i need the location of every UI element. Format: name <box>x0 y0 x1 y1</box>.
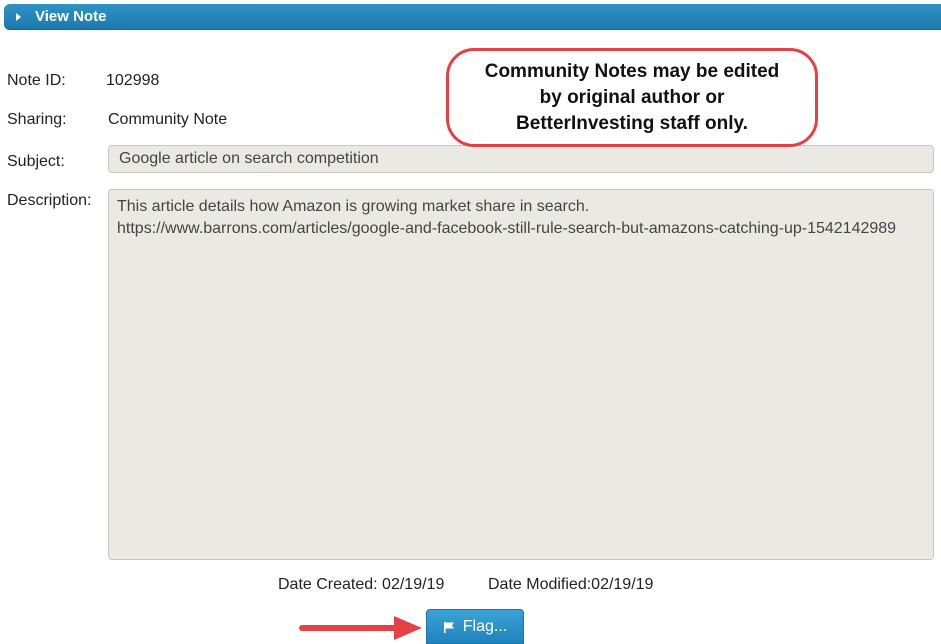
pointer-arrow-icon <box>299 616 422 640</box>
callout-text: Community Notes may be edited by origina… <box>484 60 780 134</box>
view-note-header[interactable]: View Note <box>4 4 941 30</box>
flag-button[interactable]: Flag... <box>426 609 524 644</box>
note-id-value: 102998 <box>106 72 160 89</box>
subject-field[interactable]: Google article on search competition <box>108 145 934 173</box>
collapse-arrow-icon <box>16 13 21 21</box>
community-notes-callout: Community Notes may be edited by origina… <box>446 48 818 147</box>
description-field[interactable]: This article details how Amazon is growi… <box>108 189 934 560</box>
description-label: Description: <box>7 192 92 209</box>
subject-label: Subject: <box>7 153 65 170</box>
date-modified: Date Modified:02/19/19 <box>488 576 654 593</box>
panel-title: View Note <box>35 8 107 25</box>
date-created: Date Created: 02/19/19 <box>278 576 445 593</box>
flag-button-label: Flag... <box>462 617 508 635</box>
sharing-value: Community Note <box>108 111 228 128</box>
flag-icon <box>443 621 455 633</box>
note-id-label: Note ID: <box>7 72 66 89</box>
sharing-label: Sharing: <box>7 111 67 128</box>
